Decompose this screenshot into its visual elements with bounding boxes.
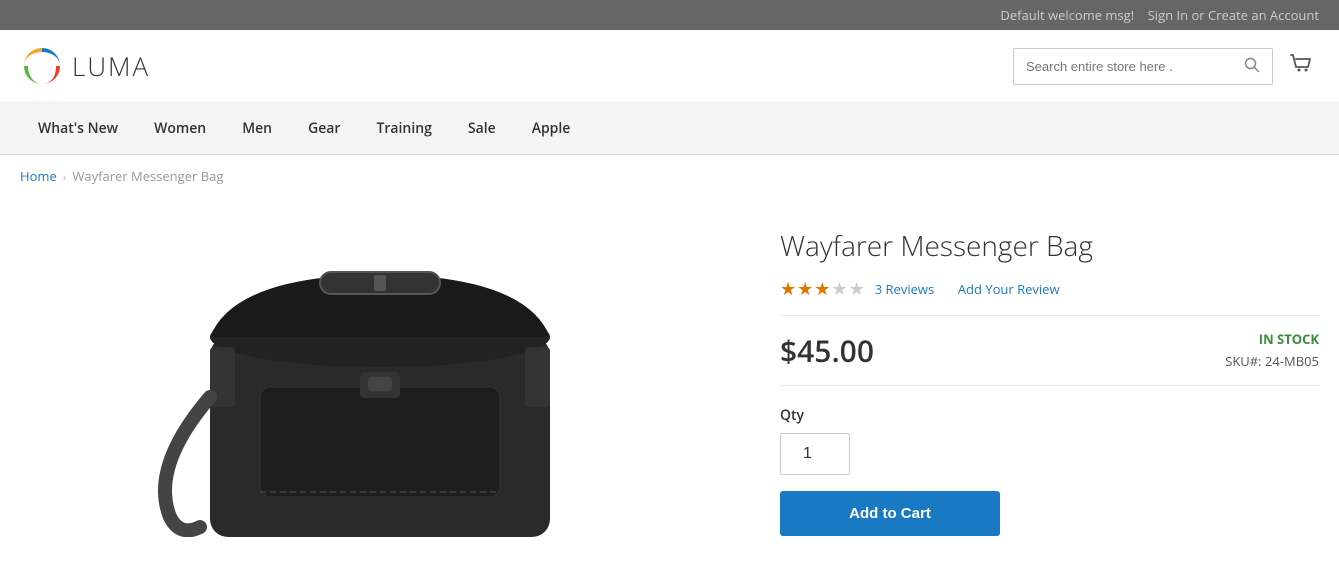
cart-icon — [1287, 49, 1315, 77]
logo-text: LUMA — [72, 48, 150, 84]
breadcrumb-separator: › — [63, 168, 67, 185]
nav-item-apple: Apple — [514, 103, 589, 154]
star-1: ★ — [780, 277, 796, 301]
breadcrumb-current: Wayfarer Messenger Bag — [72, 167, 223, 185]
star-2: ★ — [797, 277, 813, 301]
nav-link-whats-new[interactable]: What's New — [20, 103, 136, 154]
product-title: Wayfarer Messenger Bag — [780, 227, 1319, 265]
product-image — [130, 217, 630, 537]
rating-row: ★ ★ ★ ★ ★ 3 Reviews Add Your Review — [780, 277, 1319, 301]
cart-button[interactable] — [1283, 45, 1319, 88]
add-review-link[interactable]: Add Your Review — [958, 280, 1060, 298]
header-right — [1013, 45, 1319, 88]
product-price: $45.00 — [780, 330, 874, 371]
nav-item-gear: Gear — [290, 103, 358, 154]
price-stock-row: $45.00 IN STOCK SKU#: 24-MB05 — [780, 315, 1319, 386]
top-bar: Default welcome msg! Sign In or Create a… — [0, 0, 1339, 30]
nav-link-men[interactable]: Men — [224, 103, 290, 154]
breadcrumb: Home › Wayfarer Messenger Bag — [0, 155, 1339, 197]
signin-link[interactable]: Sign In — [1148, 6, 1188, 24]
nav-link-training[interactable]: Training — [358, 103, 449, 154]
nav-item-men: Men — [224, 103, 290, 154]
search-button[interactable] — [1234, 49, 1270, 84]
sku-label: SKU#: — [1225, 352, 1261, 370]
nav-item-sale: Sale — [450, 103, 514, 154]
search-icon — [1244, 57, 1260, 73]
breadcrumb-home[interactable]: Home — [20, 167, 57, 185]
star-rating: ★ ★ ★ ★ ★ — [780, 277, 865, 301]
nav-link-sale[interactable]: Sale — [450, 103, 514, 154]
reviews-link[interactable]: 3 Reviews — [875, 280, 934, 298]
luma-logo-icon — [20, 44, 64, 88]
product-image-area — [20, 217, 740, 537]
pipe-separator — [944, 280, 948, 299]
sku-row: SKU#: 24-MB05 — [1225, 352, 1319, 370]
main-nav: What's New Women Men Gear Training Sale … — [0, 103, 1339, 155]
qty-input[interactable] — [780, 433, 850, 475]
search-input[interactable] — [1014, 51, 1234, 82]
nav-link-apple[interactable]: Apple — [514, 103, 589, 154]
or-text: or — [1191, 6, 1204, 24]
nav-list: What's New Women Men Gear Training Sale … — [20, 103, 1319, 154]
nav-link-women[interactable]: Women — [136, 103, 224, 154]
logo[interactable]: LUMA — [20, 44, 150, 88]
welcome-message: Default welcome msg! — [1000, 6, 1134, 24]
header: LUMA — [0, 30, 1339, 103]
star-4: ★ — [831, 277, 847, 301]
nav-item-whats-new: What's New — [20, 103, 136, 154]
star-5: ★ — [849, 277, 865, 301]
nav-item-women: Women — [136, 103, 224, 154]
sku-value: 24-MB05 — [1265, 352, 1319, 370]
create-account-link[interactable]: Create an Account — [1208, 6, 1319, 24]
qty-label: Qty — [780, 406, 1319, 425]
product-details: Wayfarer Messenger Bag ★ ★ ★ ★ ★ 3 Revie… — [780, 217, 1319, 537]
stock-status: IN STOCK — [1225, 330, 1319, 348]
nav-link-gear[interactable]: Gear — [290, 103, 358, 154]
star-3: ★ — [814, 277, 830, 301]
add-to-cart-button[interactable]: Add to Cart — [780, 491, 1000, 536]
stock-sku: IN STOCK SKU#: 24-MB05 — [1225, 330, 1319, 370]
product-page: Wayfarer Messenger Bag ★ ★ ★ ★ ★ 3 Revie… — [0, 197, 1339, 577]
nav-item-training: Training — [358, 103, 449, 154]
search-bar — [1013, 48, 1273, 85]
